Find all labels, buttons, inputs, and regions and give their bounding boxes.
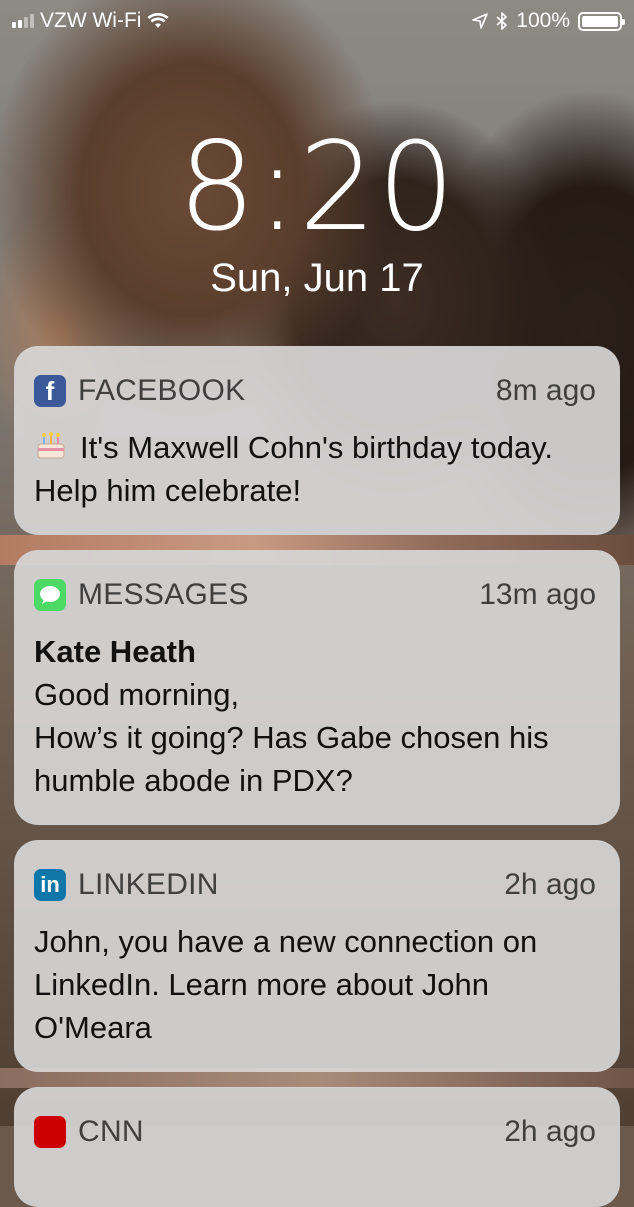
notification-time: 2h ago [504, 868, 596, 901]
notification-app-name: LINKEDIN [78, 868, 219, 901]
notification-time: 8m ago [495, 374, 596, 407]
location-arrow-icon [472, 13, 489, 29]
lock-screen-time: 8:20 [178, 116, 456, 258]
notification-linkedin[interactable]: in LINKEDIN 2h ago John, you have a new … [14, 840, 620, 1072]
notification-header: CNN 2h ago [34, 1087, 596, 1177]
notification-text: It's Maxwell Cohn's birthday today. Help… [34, 430, 554, 508]
cnn-icon [34, 1116, 66, 1148]
carrier-label: VZW Wi-Fi [40, 9, 142, 32]
notification-cnn[interactable]: CNN 2h ago [14, 1087, 620, 1207]
notification-header: f FACEBOOK 8m ago [34, 346, 596, 436]
signal-strength-icon [12, 14, 34, 28]
battery-percentage: 100% [516, 9, 570, 32]
message-text: How’s it going? Has Gabe chosen his humb… [34, 720, 549, 798]
facebook-icon: f [34, 375, 66, 407]
bluetooth-icon [496, 12, 508, 30]
wifi-icon [147, 13, 169, 28]
lock-screen-date: Sun, Jun 17 [210, 256, 424, 300]
notification-app-name: FACEBOOK [78, 374, 246, 407]
notification-time: 13m ago [479, 578, 596, 611]
notification-app-name: MESSAGES [78, 578, 249, 611]
linkedin-icon: in [34, 869, 66, 901]
battery-icon [578, 11, 625, 31]
status-bar: VZW Wi-Fi 100% [0, 0, 634, 40]
notification-header: in LINKEDIN 2h ago [34, 840, 596, 930]
notification-header: MESSAGES 13m ago [34, 550, 596, 640]
notification-text: John, you have a new connection on Linke… [34, 924, 538, 1045]
messages-icon [34, 579, 66, 611]
birthday-cake-icon [37, 432, 65, 459]
message-greeting: Good morning, [34, 677, 240, 712]
notification-messages[interactable]: MESSAGES 13m ago Kate Heath Good morning… [14, 550, 620, 825]
notification-time: 2h ago [504, 1115, 596, 1148]
notification-app-name: CNN [78, 1115, 144, 1148]
message-sender: Kate Heath [34, 634, 196, 669]
notification-facebook[interactable]: f FACEBOOK 8m ago It's Maxwell Cohn's bi… [14, 346, 620, 535]
notification-body: It's Maxwell Cohn's birthday today. Help… [34, 426, 596, 512]
